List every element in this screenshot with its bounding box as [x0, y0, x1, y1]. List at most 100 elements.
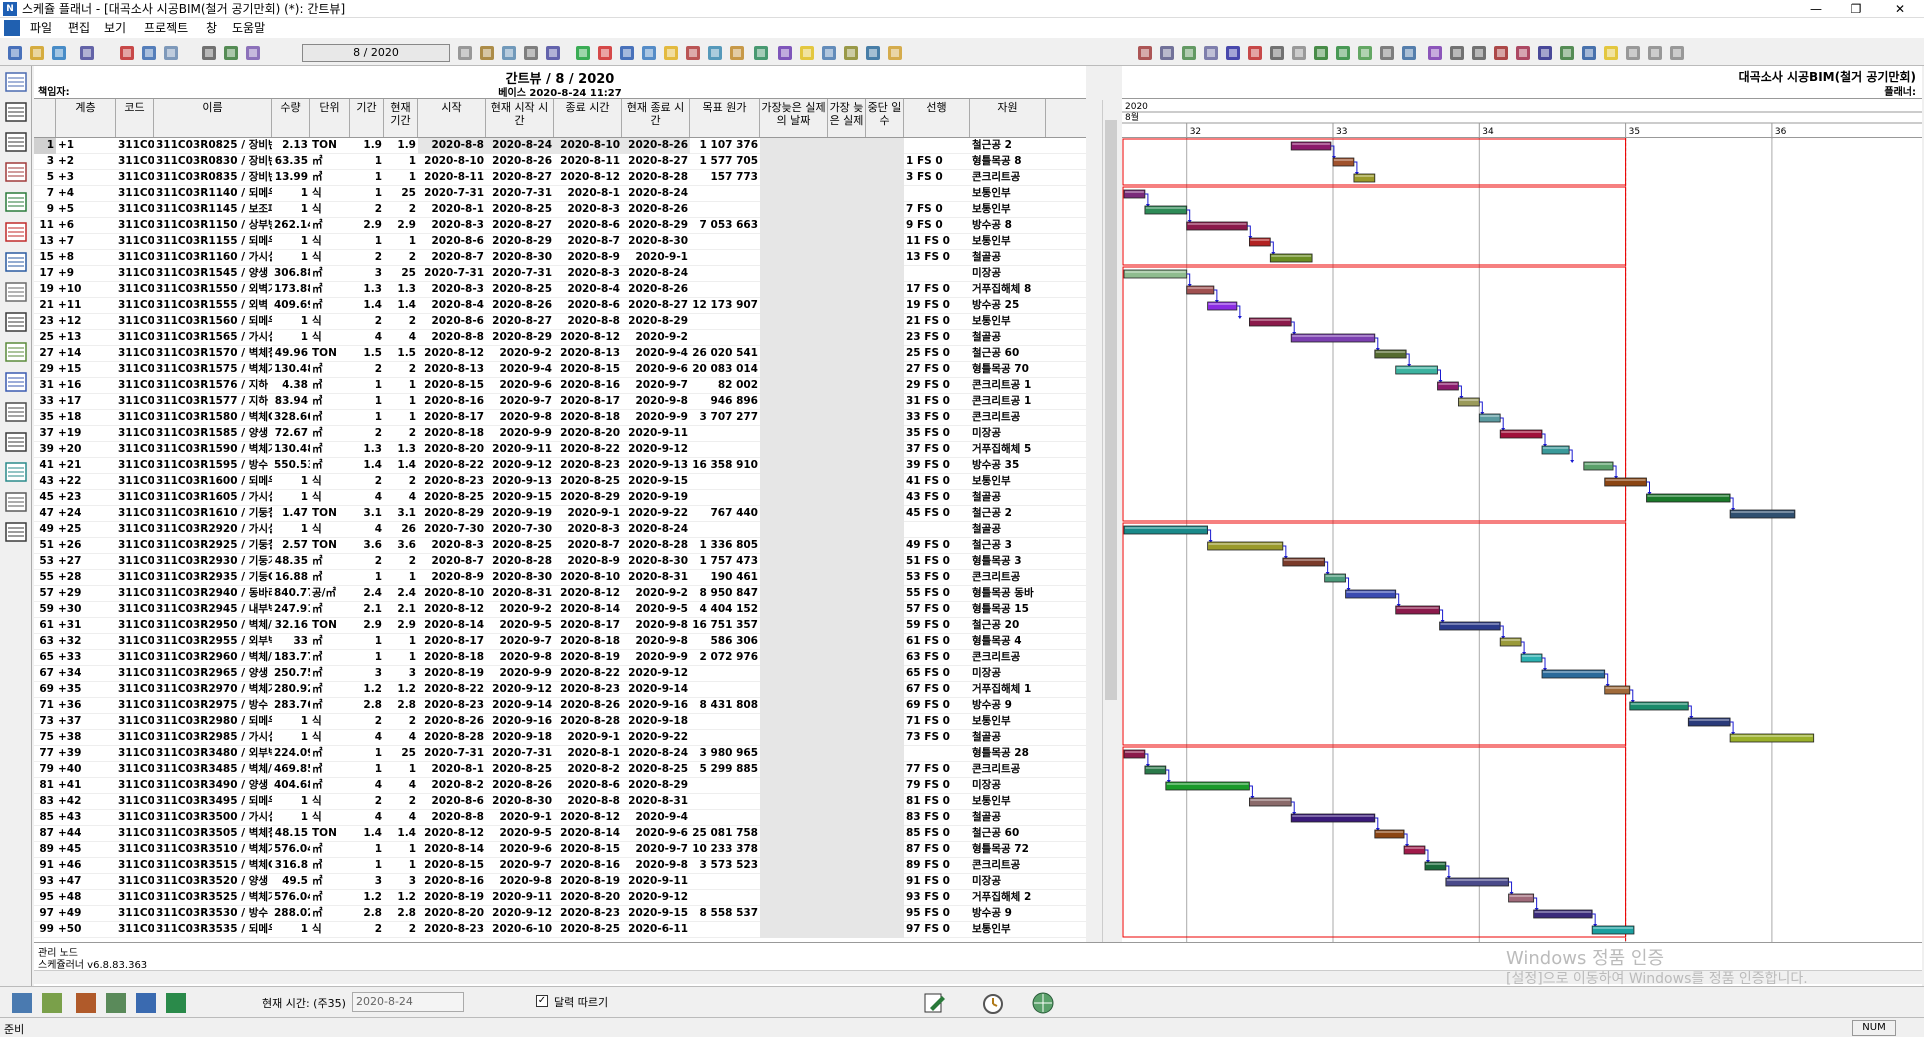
table-row[interactable]: 21 +11 311C0311C03R1555 / 외벽 방수409.69㎡ 1.4 1… — [34, 298, 1086, 314]
toolbar-icon[interactable] — [478, 44, 496, 62]
table-row[interactable]: 67 +34 311C0311C03R2965 / 양생 250.75㎡ 3 3 2020-… — [34, 666, 1086, 682]
column-header[interactable]: 가장늦은 실제의 날짜 — [760, 99, 828, 137]
timer-icon[interactable] — [980, 990, 1006, 1016]
table-row[interactable]: 89 +45 311C0311C03R3510 / 벽체거푸576.04㎡ 1 1 202… — [34, 842, 1086, 858]
toolbar-icon[interactable] — [1448, 44, 1466, 62]
table-row[interactable]: 85 +43 311C0311C03R3500 / 가시설해 1식 4 4 2020-8-8… — [34, 810, 1086, 826]
toolbar-icon[interactable] — [640, 44, 658, 62]
toolbar-icon[interactable] — [1646, 44, 1664, 62]
toolbar-icon[interactable] — [596, 44, 614, 62]
table-row[interactable]: 91 +46 311C0311C03R3515 / 벽체CON316.8 ㎥ 1 1 202… — [34, 858, 1086, 874]
menu-file[interactable]: 파일 — [30, 20, 52, 36]
toolbar-icon[interactable] — [140, 44, 158, 62]
table-row[interactable]: 45 +23 311C0311C03R1605 / 가시설해 1식 4 4 2020-8-2… — [34, 490, 1086, 506]
view-icon-6[interactable] — [166, 993, 186, 1013]
column-header[interactable]: 종료 시간 — [554, 99, 622, 137]
table-row[interactable]: 63 +32 311C0311C03R2955 / 외부벽체 33 ㎡ 1 1 2020-8-… — [34, 634, 1086, 650]
toolbar-icon[interactable] — [1334, 44, 1352, 62]
toolbar-icon[interactable] — [118, 44, 136, 62]
toolbar-icon[interactable] — [1558, 44, 1576, 62]
column-header[interactable]: 중단 일수 — [866, 99, 904, 137]
toolbar-icon[interactable] — [78, 44, 96, 62]
table-row[interactable]: 33 +17 311C0311C03R1577 / 지하 1층83.94 ㎥ 1 1 202… — [34, 394, 1086, 410]
column-header[interactable] — [34, 99, 56, 137]
column-header[interactable]: 이름 — [154, 99, 272, 137]
view-switch-icon[interactable] — [4, 190, 28, 214]
toolbar-icon[interactable] — [1158, 44, 1176, 62]
table-row[interactable]: 37 +19 311C0 311C03R1585 / 양생 72.67 ㎡ 2 2 2020-8… — [34, 426, 1086, 442]
table-row[interactable]: 95 +48 311C0311C03R3525 / 벽체거푸576.04㎡ 1.2 1.… — [34, 890, 1086, 906]
toolbar-icon[interactable] — [752, 44, 770, 62]
column-header[interactable]: 현재 기간 — [384, 99, 418, 137]
table-row[interactable]: 13+7311C0311C03R1155 / 되메우기1식112020-8-62… — [34, 234, 1086, 250]
toolbar-icon[interactable] — [798, 44, 816, 62]
toolbar-icon[interactable] — [618, 44, 636, 62]
table-row[interactable]: 61 +31 311C0311C03R2950 / 벽체/슬래32.16 TON 2.9… — [34, 618, 1086, 634]
view-switch-icon[interactable] — [4, 400, 28, 424]
table-row[interactable]: 73 +37 311C0311C03R2980 / 되메우기 1식 2 2 2020-8-2… — [34, 714, 1086, 730]
column-header[interactable]: 선행 — [904, 99, 970, 137]
column-header[interactable]: 현재 종료 시간 — [622, 99, 690, 137]
table-row[interactable]: 43 +22 311C0311C03R1600 / 되메우기 1식 2 2 2020-8-2… — [34, 474, 1086, 490]
table-row[interactable]: 57 +29 311C0311C03R2940 / 동바리설840.77공/㎡ 2.4… — [34, 586, 1086, 602]
table-row[interactable]: 5 +3 311C0311C03R0835 / 장비반입13.99 ㎥ 1 1 2020-8… — [34, 170, 1086, 186]
table-row[interactable]: 71 +36 311C0311C03R2975 / 방수 283.76㎡ 2.8 2.8 2… — [34, 698, 1086, 714]
table-row[interactable]: 55 +28 311C0311C03R2935 / 기둥CON16.88 ㎥ 1 1 202… — [34, 570, 1086, 586]
toolbar-icon[interactable] — [456, 44, 474, 62]
globe-icon[interactable] — [1030, 990, 1056, 1016]
menu-help[interactable]: 도움말 — [232, 20, 265, 36]
toolbar-icon[interactable] — [1246, 44, 1264, 62]
column-header[interactable]: 현재 시작 시간 — [486, 99, 554, 137]
table-row[interactable]: 51 +26 311C0311C03R2925 / 기둥철근 2.57 TON 3.6 3.… — [34, 538, 1086, 554]
view-icon-4[interactable] — [106, 993, 126, 1013]
toolbar-icon[interactable] — [544, 44, 562, 62]
current-time-field[interactable]: 2020-8-24 — [352, 992, 464, 1012]
view-icon-5[interactable] — [136, 993, 156, 1013]
toolbar-icon[interactable] — [1426, 44, 1444, 62]
column-header[interactable]: 수량 — [272, 99, 310, 137]
toolbar-icon[interactable] — [1136, 44, 1154, 62]
menu-window[interactable]: 창 — [206, 20, 217, 36]
toolbar-icon[interactable] — [776, 44, 794, 62]
toolbar-icon[interactable] — [684, 44, 702, 62]
column-header[interactable]: 단위 — [310, 99, 350, 137]
column-header[interactable]: 계층 — [56, 99, 116, 137]
toolbar-icon[interactable] — [522, 44, 540, 62]
toolbar-icon[interactable] — [1356, 44, 1374, 62]
table-row[interactable]: 77 +39 311C0311C03R3480 / 외부벽체224.09㎡ 1 25 20… — [34, 746, 1086, 762]
view-icon-2[interactable] — [42, 993, 62, 1013]
view-switch-icon[interactable] — [4, 520, 28, 544]
toolbar-icon[interactable] — [574, 44, 592, 62]
view-switch-icon[interactable] — [4, 460, 28, 484]
toolbar-icon[interactable] — [1180, 44, 1198, 62]
view-switch-icon[interactable] — [4, 340, 28, 364]
toolbar-icon[interactable] — [1668, 44, 1686, 62]
close-button[interactable]: ✕ — [1880, 0, 1920, 18]
table-row[interactable]: 47 +24 311C0311C03R1610 / 기둥철근 1.47 TON 3.1 3.… — [34, 506, 1086, 522]
table-row[interactable]: 23 +12 311C0311C03R1560 / 되메우기 1식 2 2 2020-8-6… — [34, 314, 1086, 330]
toolbar-icon[interactable] — [728, 44, 746, 62]
column-header[interactable]: 가장 늦은 실제 — [828, 99, 866, 137]
table-row[interactable]: 35 +18 311C0311C03R1580 / 벽체CON328.66㎥ 1 1 20… — [34, 410, 1086, 426]
column-header[interactable]: 기간 — [350, 99, 384, 137]
toolbar-icon[interactable] — [1268, 44, 1286, 62]
menu-project[interactable]: 프로젝트 — [144, 20, 188, 36]
toolbar-icon[interactable] — [1492, 44, 1510, 62]
view-switch-icon[interactable] — [4, 430, 28, 454]
table-row[interactable]: 75 +38 311C0311C03R2985 / 가시설해 1식 4 4 2020-8-2… — [34, 730, 1086, 746]
toolbar-icon[interactable] — [1536, 44, 1554, 62]
toolbar-icon[interactable] — [820, 44, 838, 62]
view-icon-3[interactable] — [76, 993, 96, 1013]
table-row[interactable]: 93 +47 311C0 311C03R3520 / 양생 49.5 ㎡ 3 3 2020-8-… — [34, 874, 1086, 890]
table-row[interactable]: 49 +25 311C0311C03R2920 / 가시설해 1식 4 26 2020-7-… — [34, 522, 1086, 538]
minimize-button[interactable]: — — [1796, 0, 1836, 18]
table-row[interactable]: 41 +21 311C0311C03R1595 / 방수 550.53㎡ 1.4 1.4 2… — [34, 458, 1086, 474]
toolbar-icon[interactable] — [1224, 44, 1242, 62]
toolbar-icon[interactable] — [1400, 44, 1418, 62]
table-row[interactable]: 11 +6 311C0311C03R1150 / 상부방수262.14㎡ 2.9 2.9… — [34, 218, 1086, 234]
table-row[interactable]: 27 +14 311C0311C03R1570 / 벽체철근49.96 TON 1.5 1… — [34, 346, 1086, 362]
view-switch-icon[interactable] — [4, 250, 28, 274]
toolbar-icon[interactable] — [842, 44, 860, 62]
view-switch-icon[interactable] — [4, 70, 28, 94]
toolbar-icon[interactable] — [1514, 44, 1532, 62]
